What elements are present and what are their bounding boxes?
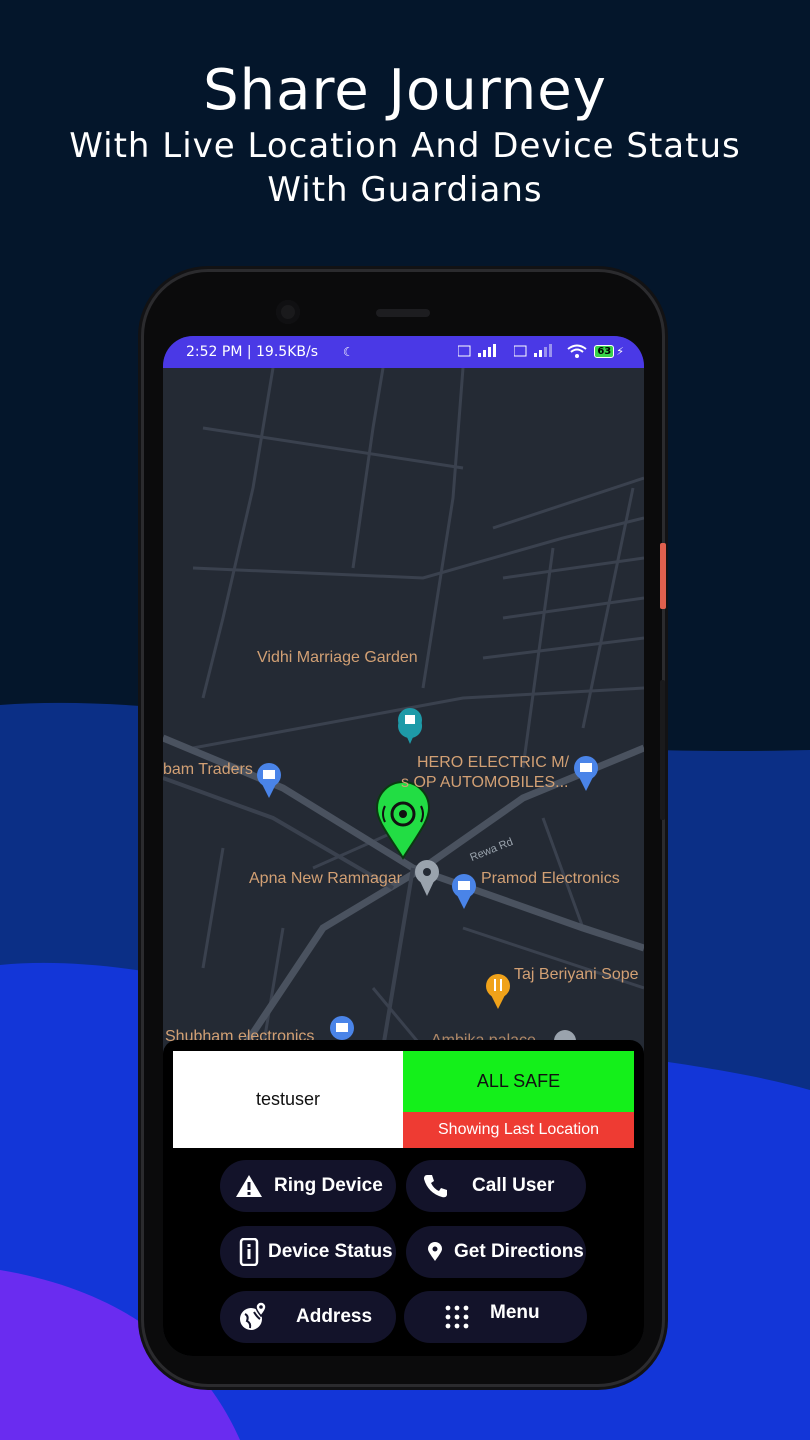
username-label: testuser [173, 1051, 403, 1148]
front-camera [276, 300, 300, 324]
device-status-label: Device Status [268, 1241, 393, 1262]
warning-icon [234, 1171, 264, 1201]
signal-icon-2 [514, 344, 553, 357]
call-user-label: Call User [472, 1175, 555, 1196]
status-time: 2:52 PM | 19.5KB/s [186, 344, 318, 360]
shop-icon-shubham[interactable] [330, 1016, 354, 1040]
map-label-hero-2: s OP AUTOMOBILES... [401, 774, 569, 791]
phone-screen: 2:52 PM | 19.5KB/s ☾ 63 ⚡ Vidhi Marriage… [163, 336, 644, 1356]
location-marker-icon [420, 1237, 450, 1267]
headline-subtitle: With Live Location And Device Status Wit… [0, 124, 810, 212]
device-info-icon [234, 1237, 264, 1267]
headline-title: Share Journey [203, 58, 607, 123]
location-note-label: Showing Last Location [403, 1112, 634, 1148]
volume-button [660, 680, 665, 820]
user-status-card: testuser ALL SAFE Showing Last Location [173, 1051, 634, 1148]
globe-pin-icon [238, 1302, 268, 1332]
get-directions-label: Get Directions [454, 1241, 584, 1262]
map-label-hero-1: HERO ELECTRIC M/ [417, 754, 570, 771]
map-label-vidhi: Vidhi Marriage Garden [257, 649, 418, 666]
ring-device-label: Ring Device [274, 1175, 383, 1196]
power-button [660, 543, 666, 609]
moon-icon: ☾ [343, 345, 354, 359]
status-icons: 63 ⚡ [458, 343, 624, 359]
map-label-traders: bam Traders [163, 761, 253, 778]
map-label-pramod: Pramod Electronics [481, 870, 620, 887]
battery-icon: 63 ⚡ [594, 344, 624, 358]
map-label-taj: Taj Beriyani Sope [514, 966, 639, 983]
ring-device-button[interactable]: Ring Device [220, 1160, 396, 1212]
bottom-panel: testuser ALL SAFE Showing Last Location … [163, 1040, 644, 1356]
address-label: Address [296, 1306, 373, 1327]
get-directions-button[interactable]: Get Directions [406, 1226, 586, 1278]
device-status-button[interactable]: Device Status [220, 1226, 396, 1278]
battery-level: 63 [594, 344, 615, 358]
address-button[interactable]: Address [220, 1291, 396, 1343]
menu-label: Menu [490, 1302, 540, 1323]
call-user-button[interactable]: Call User [406, 1160, 586, 1212]
map-label-ramnagar: Apna New Ramnagar [249, 870, 402, 887]
menu-button[interactable]: Menu [404, 1291, 587, 1343]
charging-icon: ⚡ [616, 344, 624, 358]
status-bar: 2:52 PM | 19.5KB/s ☾ 63 ⚡ [163, 336, 644, 368]
safety-status-badge: ALL SAFE [403, 1051, 634, 1112]
phone-icon [420, 1171, 450, 1201]
headline-subtitle-line1: With Live Location And Device Status [69, 126, 741, 166]
map-view[interactable] [163, 368, 644, 1048]
signal-icon [458, 344, 497, 357]
wifi-icon [567, 344, 587, 358]
grid-menu-icon [442, 1302, 472, 1332]
earpiece-speaker [376, 309, 430, 317]
headline-subtitle-line2: With Guardians [267, 170, 543, 210]
